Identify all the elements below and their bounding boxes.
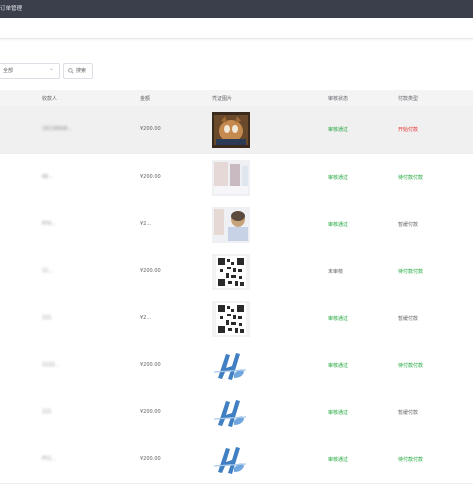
amount-cell: ¥200.00 <box>140 126 161 132</box>
amount-cell: ¥200.00 <box>140 174 161 180</box>
voucher-image[interactable] <box>212 207 250 243</box>
table-row[interactable]: 11… ¥200.00 未审核 待付款付款 <box>0 248 473 296</box>
payee-cell: PY0… <box>42 221 57 227</box>
amount-cell: ¥200.00 <box>140 409 161 415</box>
amount-cell: ¥200.00 <box>140 456 161 462</box>
col-amount: 金额 <box>140 96 151 102</box>
search-label: 搜索 <box>76 68 87 74</box>
amount-cell: ¥200.00 <box>140 268 161 274</box>
tab-bar <box>0 18 473 39</box>
table-row[interactable]: 121 ¥2… 审核通过 暂缓付款 <box>0 295 473 343</box>
col-pay: 付款类型 <box>398 96 419 102</box>
status-cell: 审核通过 <box>328 363 349 369</box>
table-row[interactable]: 121 ¥200.00 审核通过 暂缓付款 <box>0 389 473 437</box>
pay-type-cell[interactable]: 暂缓付款 <box>398 315 418 322</box>
payee-cell: PY2… <box>42 456 57 462</box>
payee-cell: 11… <box>42 268 54 274</box>
status-cell: 审核通过 <box>328 316 349 322</box>
col-image: 凭证图片 <box>212 96 233 102</box>
voucher-image[interactable] <box>212 160 250 196</box>
col-status: 审核状态 <box>328 96 349 102</box>
status-cell: 审核通过 <box>328 175 349 181</box>
table-row[interactable]: 1122… ¥200.00 审核通过 待付款付款 <box>0 342 473 390</box>
pay-type-cell[interactable]: 待付款付款 <box>398 456 423 463</box>
pay-type-cell[interactable]: 待付款付款 <box>398 362 423 369</box>
pay-type-cell[interactable]: 暂缓付款 <box>398 221 418 228</box>
status-cell: 未审核 <box>328 269 344 275</box>
amount-cell: ¥2… <box>140 315 152 321</box>
col-payee: 收款人 <box>42 96 58 102</box>
payee-cell: 121 <box>42 315 52 321</box>
payee-cell: 1122… <box>42 362 60 368</box>
status-cell: 审核通过 <box>328 127 349 133</box>
status-cell: 审核通过 <box>328 222 349 228</box>
payee-cell: 18138668… <box>42 126 73 132</box>
filter-value: 全部 <box>3 68 14 74</box>
page-title: 订单管理 <box>0 6 23 12</box>
status-cell: 审核通过 <box>328 457 349 463</box>
status-filter-select[interactable]: 全部 ⌄ <box>0 63 60 79</box>
voucher-image[interactable] <box>212 112 250 148</box>
status-cell: 审核通过 <box>328 410 349 416</box>
chevron-down-icon: ⌄ <box>48 65 54 72</box>
voucher-image[interactable] <box>212 442 250 478</box>
pay-type-cell[interactable]: 暂缓付款 <box>398 409 418 416</box>
table-header: 收款人 金额 凭证图片 审核状态 付款类型 <box>0 90 473 106</box>
voucher-image[interactable] <box>212 348 250 384</box>
amount-cell: ¥2… <box>140 221 152 227</box>
table-row[interactable]: 66… ¥200.00 审核通过 待付款付款 <box>0 154 473 202</box>
pay-type-cell[interactable]: 开始付款 <box>398 126 418 133</box>
payee-cell: 121 <box>42 409 52 415</box>
table-row[interactable]: 18138668… ¥200.00 审核通过 开始付款 <box>0 106 473 154</box>
table-row[interactable]: PY0… ¥2… 审核通过 暂缓付款 <box>0 201 473 249</box>
voucher-image[interactable] <box>212 301 250 337</box>
pay-type-cell[interactable]: 待付款付款 <box>398 174 423 181</box>
search-button[interactable]: 搜索 <box>63 63 93 79</box>
search-icon <box>68 68 74 74</box>
voucher-image[interactable] <box>212 395 250 431</box>
amount-cell: ¥200.00 <box>140 362 161 368</box>
top-nav-bar: 订单管理 <box>0 0 473 18</box>
pay-type-cell[interactable]: 待付款付款 <box>398 268 423 275</box>
voucher-image[interactable] <box>212 254 250 290</box>
payee-cell: 66… <box>42 174 54 180</box>
